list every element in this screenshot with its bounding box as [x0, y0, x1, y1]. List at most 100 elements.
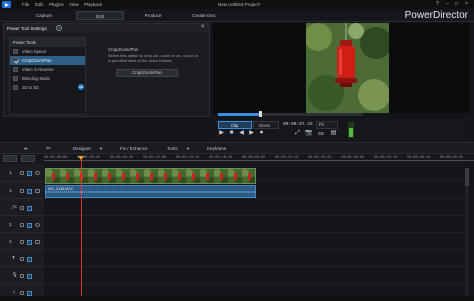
designer-button[interactable]: Designer — [73, 146, 91, 151]
title-track-icon: T — [12, 255, 15, 260]
audio-track-icon — [35, 189, 40, 193]
track-lane[interactable] — [44, 216, 464, 233]
power-tool-crop-zoom-pan[interactable]: Crop/Zoom/Pan — [10, 56, 85, 65]
playhead-line[interactable] — [81, 157, 82, 301]
lock-icon[interactable] — [20, 223, 24, 227]
movie-mode-label: Movie — [259, 123, 271, 128]
track-header-title: T — [0, 250, 44, 267]
track-enable-checkbox[interactable] — [27, 240, 32, 245]
panel-title: Power Tool Settings — [7, 26, 47, 31]
play-icon[interactable]: ▶ — [218, 130, 225, 137]
lock-icon[interactable] — [20, 257, 24, 261]
music-note-icon: ♫ — [12, 289, 16, 294]
lock-icon[interactable] — [20, 274, 24, 278]
tab-edit[interactable]: Edit — [76, 11, 124, 20]
checkbox[interactable] — [13, 67, 18, 72]
checkbox[interactable] — [13, 49, 18, 54]
split-icon[interactable]: ✂ — [46, 145, 51, 152]
menu-file[interactable]: File — [22, 2, 29, 7]
menu-edit[interactable]: Edit — [35, 2, 43, 7]
menu-view[interactable]: View — [69, 2, 79, 7]
track-manager-icon[interactable]: ⇹ — [24, 146, 28, 152]
checkbox[interactable] — [13, 85, 18, 90]
audio-clip[interactable]: MVI_0138.MOV — [45, 185, 256, 198]
storyboard-view-button[interactable] — [21, 155, 35, 162]
timeline-view-button[interactable] — [3, 155, 17, 162]
menu-plugins[interactable]: Plugins — [49, 2, 64, 7]
track-header-audio-1: 1. — [0, 182, 44, 199]
track-lane[interactable] — [44, 199, 464, 216]
zoom-fit-select[interactable]: Fit — [316, 121, 338, 129]
track-number: 2. — [9, 222, 13, 227]
checkbox[interactable] — [13, 58, 18, 63]
preview-window — [213, 23, 470, 113]
track-lane[interactable] — [44, 233, 464, 250]
dropdown-icon[interactable]: ▾ — [100, 146, 102, 152]
track-lane[interactable] — [44, 250, 464, 267]
movie-mode-toggle[interactable]: Movie — [253, 121, 279, 129]
minimize-icon[interactable]: − — [446, 1, 449, 7]
crop-zoom-pan-button[interactable]: Crop/Zoom/Pan — [116, 69, 178, 77]
lock-icon[interactable] — [20, 240, 24, 244]
menu-playback[interactable]: Playback — [84, 2, 102, 7]
track-number: 1. — [9, 188, 13, 193]
power-tool-label: Video in Reverse — [22, 67, 54, 72]
lock-icon[interactable] — [20, 291, 24, 295]
video-clip-thumbnails — [46, 169, 255, 183]
timeline-scrollbar[interactable] — [465, 168, 469, 298]
tab-produce[interactable]: Produce — [131, 11, 175, 20]
playhead-handle[interactable] — [78, 156, 84, 160]
track-header-fx: ƒx — [0, 199, 44, 216]
mode-bar: Capture Edit Produce Create Disc — [0, 9, 474, 22]
close-icon[interactable]: × — [465, 1, 468, 7]
timecode[interactable]: 00:00:07.26 — [283, 122, 313, 127]
3d-mode-icon[interactable]: 3D — [316, 130, 326, 137]
power-tool-label: 2D to 3D — [22, 85, 39, 90]
description-text: Select this option to crop out, zoom in … — [108, 53, 199, 63]
maximize-icon[interactable]: □ — [455, 1, 458, 7]
video-clip[interactable] — [45, 168, 256, 184]
tab-capture[interactable]: Capture — [22, 11, 66, 20]
description-title: Crop/Zoom/Pan — [108, 47, 139, 52]
lock-icon[interactable] — [20, 189, 24, 193]
track-enable-checkbox[interactable] — [27, 206, 32, 211]
track-enable-checkbox[interactable] — [27, 223, 32, 228]
record-icon[interactable]: ⏺ — [258, 130, 265, 137]
fullscreen-icon[interactable]: ⤢ — [294, 130, 301, 137]
tools-button[interactable]: Tools — [167, 146, 178, 151]
power-tool-blending-mode[interactable]: Blending Mode — [10, 74, 85, 83]
snapshot-icon[interactable]: 📷 — [305, 130, 312, 137]
checkbox[interactable] — [13, 76, 18, 81]
help-icon[interactable]: ? — [436, 1, 439, 7]
keyframe-button[interactable]: Keyframe — [207, 146, 226, 151]
track-lane[interactable] — [44, 267, 464, 284]
power-tool-video-in-reverse[interactable]: Video in Reverse — [10, 65, 85, 74]
power-tool-settings-panel: Power Tool Settings ? × Power Tools Vide… — [3, 23, 210, 117]
menu-bar: File Edit Plugins View Playback New Unti… — [0, 0, 474, 9]
app-logo-icon — [2, 1, 11, 8]
power-tool-video-speed[interactable]: Video Speed — [10, 47, 85, 56]
brand-name: PowerDirector — [404, 10, 468, 21]
clip-mode-toggle[interactable]: Clip — [218, 121, 252, 129]
help-icon[interactable]: ? — [56, 25, 62, 31]
lock-icon[interactable] — [20, 171, 24, 175]
lock-icon[interactable] — [20, 206, 24, 210]
next-frame-icon[interactable]: ▶ — [248, 130, 255, 137]
stop-icon[interactable]: ■ — [228, 130, 235, 137]
track-enable-checkbox[interactable] — [27, 171, 32, 176]
playback-progress — [218, 113, 260, 116]
previous-frame-icon[interactable]: ◀ — [238, 130, 245, 137]
tab-create-disc[interactable]: Create Disc — [181, 11, 227, 20]
track-enable-checkbox[interactable] — [27, 189, 32, 194]
track-enable-checkbox[interactable] — [27, 274, 32, 279]
track-enable-checkbox[interactable] — [27, 257, 32, 262]
close-icon[interactable]: × — [201, 24, 205, 30]
power-tool-label: Video Speed — [22, 49, 46, 54]
display-settings-icon[interactable]: ▤ — [330, 130, 337, 137]
preview-frame-image — [306, 23, 389, 113]
dropdown-icon[interactable]: ▾ — [187, 146, 189, 152]
power-tool-2d-to-3d[interactable]: 2D to 3D 3D — [10, 83, 85, 92]
scrubber-handle[interactable] — [259, 111, 262, 117]
fix-enhance-button[interactable]: Fix / Enhance — [120, 146, 148, 151]
microphone-icon: 🎙 — [12, 272, 18, 277]
